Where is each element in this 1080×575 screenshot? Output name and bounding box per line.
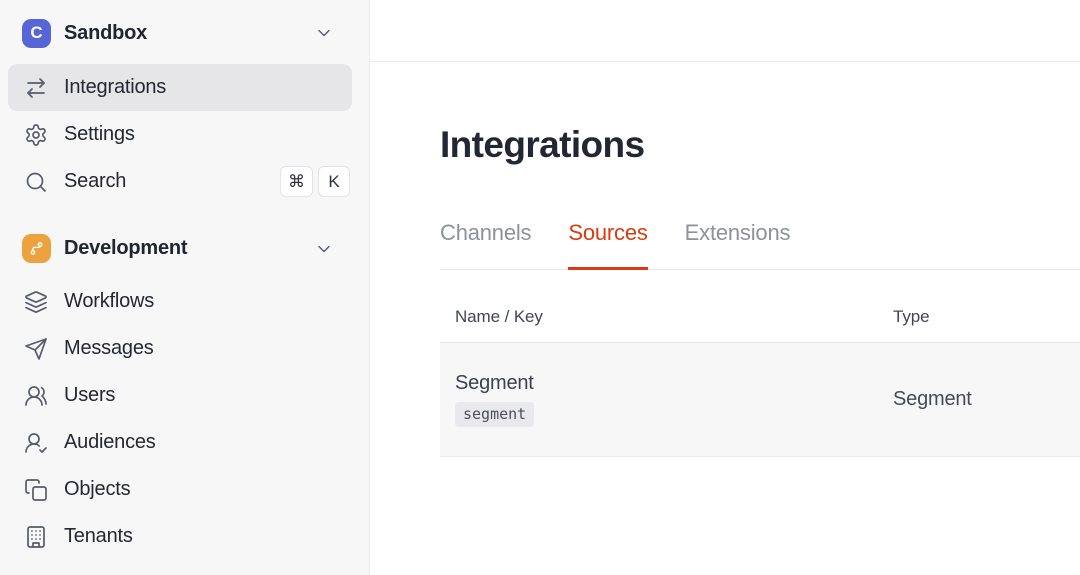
content-area: Integrations Channels Sources Extensions… [370, 62, 1080, 457]
table-row[interactable]: Segment segment Segment [440, 343, 1080, 457]
sidebar-item-settings[interactable]: Settings [8, 111, 352, 158]
tab-sources[interactable]: Sources [568, 220, 648, 270]
sidebar-item-label: Integrations [64, 76, 167, 98]
sidebar-item-users[interactable]: Users [8, 372, 352, 419]
workspace-switcher[interactable]: C Sandbox [8, 12, 352, 54]
user-check-icon [24, 431, 48, 455]
section-label: Development [64, 237, 188, 259]
column-header-type: Type [893, 307, 930, 326]
arrows-swap-icon [24, 76, 48, 100]
copy-icon [24, 478, 48, 502]
sources-table: Name / Key Type Segment segment Segment [440, 307, 1080, 457]
topbar [370, 0, 1080, 62]
sidebar-item-integrations[interactable]: Integrations [8, 64, 352, 111]
tab-bar: Channels Sources Extensions [440, 220, 1080, 270]
sidebar-item-workflows[interactable]: Workflows [8, 278, 352, 325]
sidebar-item-label: Objects [64, 478, 131, 500]
k-keycap: K [318, 166, 350, 197]
sidebar: C Sandbox Integrations Settings Search ⌘… [0, 0, 370, 575]
column-header-name-key: Name / Key [455, 307, 543, 326]
search-shortcut: ⌘ K [280, 166, 350, 197]
users-icon [24, 384, 48, 408]
sidebar-item-label: Audiences [64, 431, 156, 453]
sidebar-item-label: Workflows [64, 290, 155, 312]
git-branch-icon [22, 234, 51, 263]
building-icon [24, 525, 48, 549]
sidebar-item-label: Settings [64, 123, 135, 145]
tab-extensions[interactable]: Extensions [685, 220, 791, 270]
source-name: Segment [455, 372, 534, 394]
sidebar-item-search[interactable]: Search ⌘ K [8, 158, 352, 205]
paper-plane-icon [24, 337, 48, 361]
sidebar-item-objects[interactable]: Objects [8, 466, 352, 513]
sidebar-item-label: Messages [64, 337, 154, 359]
cmd-keycap: ⌘ [280, 166, 313, 197]
search-icon [24, 170, 48, 194]
main-panel: Integrations Channels Sources Extensions… [370, 0, 1080, 575]
sidebar-item-label: Tenants [64, 525, 133, 547]
page-title: Integrations [440, 124, 645, 165]
layers-icon [24, 290, 48, 314]
source-name-cell: Segment segment [440, 372, 878, 427]
sidebar-item-audiences[interactable]: Audiences [8, 419, 352, 466]
courier-logo: C [22, 18, 51, 48]
tab-channels[interactable]: Channels [440, 220, 532, 270]
source-key-badge: segment [455, 402, 535, 427]
sidebar-item-tenants[interactable]: Tenants [8, 513, 352, 560]
sidebar-item-label: Users [64, 384, 116, 406]
chevron-down-icon [314, 239, 334, 259]
sidebar-item-messages[interactable]: Messages [8, 325, 352, 372]
sidebar-section-development[interactable]: Development [8, 225, 352, 272]
source-type: Segment [893, 388, 972, 410]
workspace-name: Sandbox [64, 21, 148, 44]
chevron-down-icon [314, 23, 334, 43]
gear-icon [24, 123, 48, 147]
table-header: Name / Key Type [440, 307, 1080, 343]
sidebar-item-label: Search [64, 170, 127, 192]
